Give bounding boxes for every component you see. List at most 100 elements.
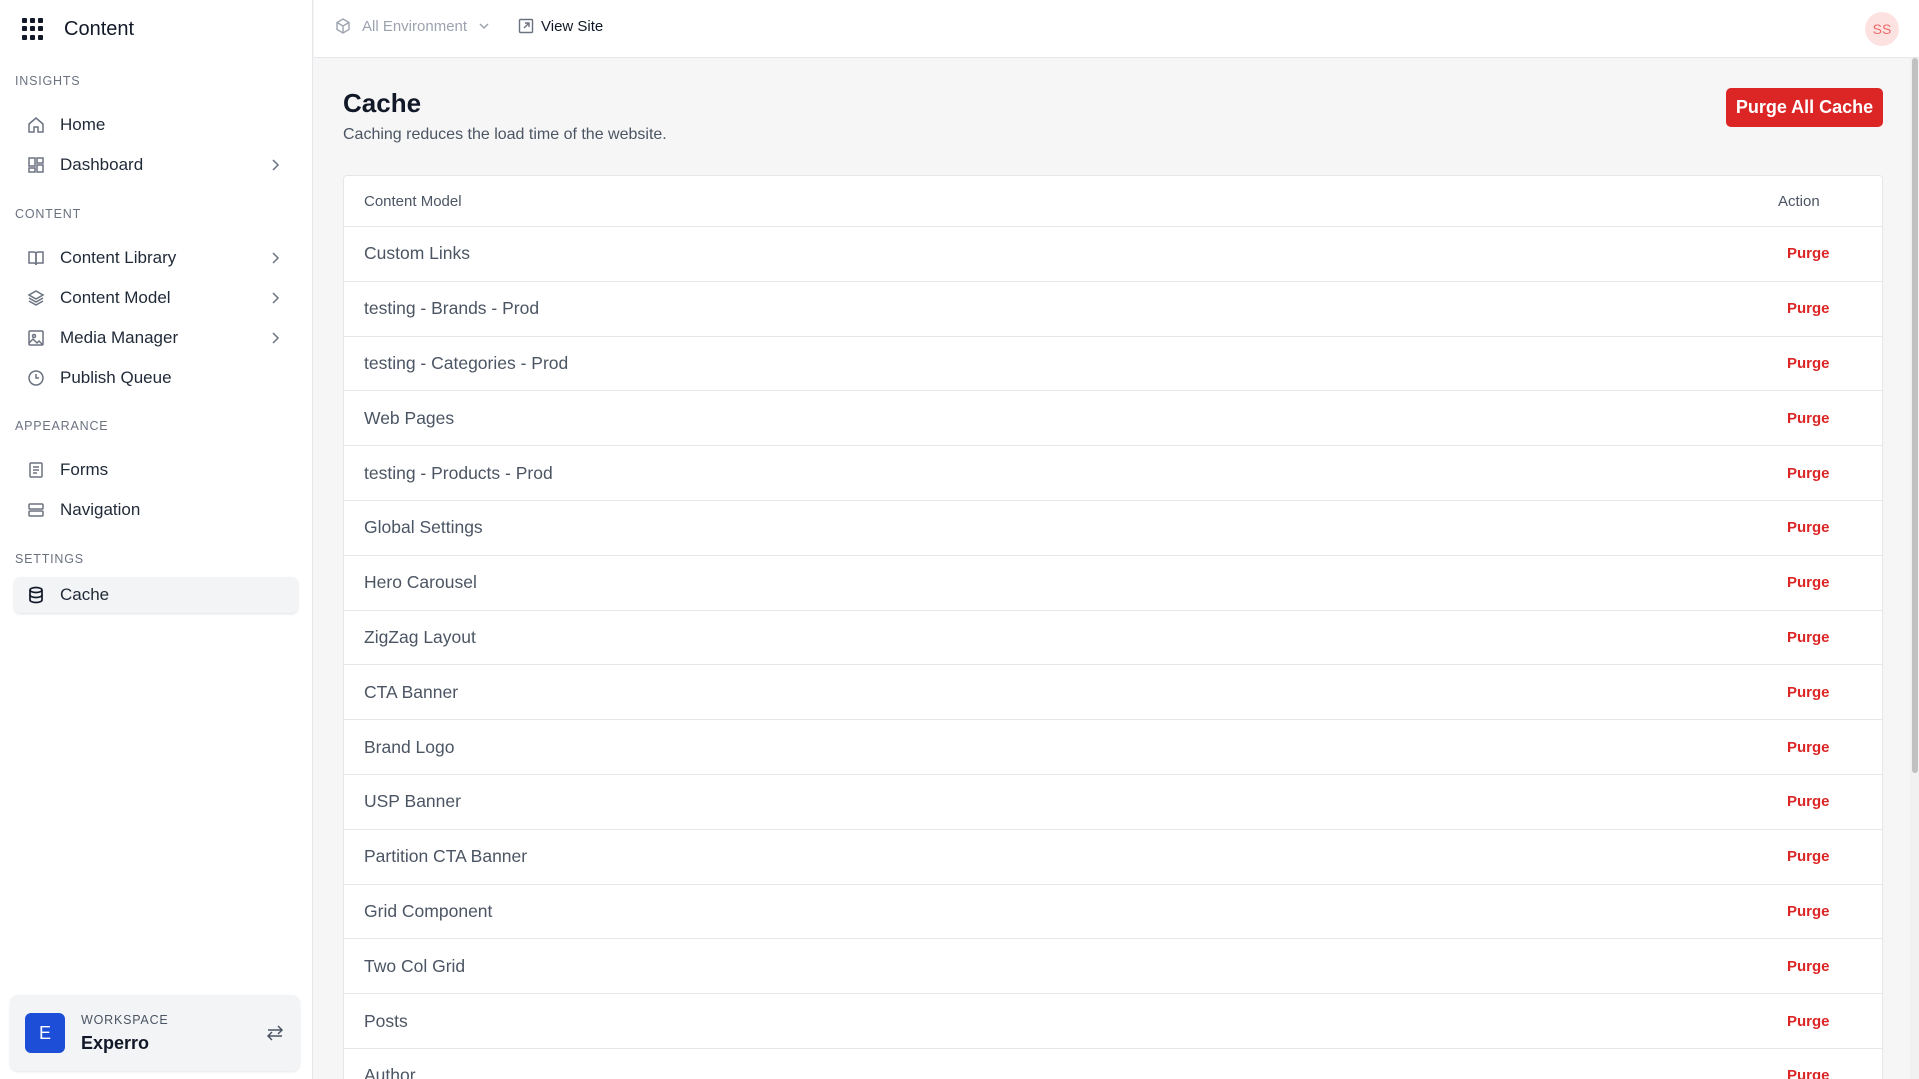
sidebar: Content INSIGHTS Home Dashboard CONTENT … — [0, 0, 313, 1079]
table-row: ZigZag Layout Purge — [344, 611, 1882, 666]
sidebar-item-label: Dashboard — [60, 155, 144, 174]
book-icon — [26, 248, 46, 268]
environment-label: All Environment — [362, 17, 468, 35]
content-model-name: testing - Products - Prod — [364, 462, 553, 483]
sidebar-item-cache[interactable]: Cache — [14, 577, 298, 613]
page-title: Cache — [343, 88, 422, 118]
purge-button[interactable]: Purge — [1742, 903, 1882, 920]
chevron-right-icon — [272, 292, 280, 304]
sidebar-item-navigation[interactable]: Navigation — [14, 492, 298, 528]
purge-button[interactable]: Purge — [1742, 245, 1882, 262]
purge-button[interactable]: Purge — [1742, 410, 1882, 427]
table-body: Custom Links Purge testing - Brands - Prod… — [344, 227, 1882, 1079]
sidebar-item-media-manager[interactable]: Media Manager — [14, 320, 298, 356]
table-row: Web Pages Purge — [344, 391, 1882, 447]
sidebar-item-label: Cache — [60, 585, 110, 604]
table-row: Brand Logo Purge — [344, 720, 1882, 775]
purge-button[interactable]: Purge — [1742, 300, 1882, 317]
cube-icon — [336, 18, 350, 34]
environment-select[interactable]: All Environment — [334, 17, 491, 35]
table-row: Posts Purge — [344, 994, 1882, 1049]
purge-button[interactable]: Purge — [1742, 684, 1882, 701]
table-row: Partition CTA Banner Purge — [344, 830, 1882, 885]
workspace-name: Experro — [81, 1032, 150, 1053]
layers-icon — [26, 288, 46, 308]
purge-button[interactable]: Purge — [1742, 465, 1882, 482]
table-row: testing - Brands - Prod Purge — [344, 282, 1882, 337]
sidebar-item-label: Content Model — [60, 288, 171, 307]
form-icon — [26, 460, 46, 480]
section-settings: SETTINGS — [15, 552, 84, 566]
content-model-name: Custom Links — [364, 243, 471, 264]
sidebar-item-label: Forms — [60, 460, 109, 479]
table-row: Two Col Grid Purge — [344, 939, 1882, 995]
chevron-right-icon — [272, 252, 280, 264]
purge-button[interactable]: Purge — [1742, 739, 1882, 756]
sidebar-item-label: Home — [60, 115, 106, 134]
image-icon — [26, 328, 46, 348]
database-icon — [26, 585, 46, 605]
purge-button[interactable]: Purge — [1742, 1067, 1882, 1079]
view-site-link[interactable]: View Site — [517, 17, 603, 35]
sidebar-item-content-library[interactable]: Content Library — [14, 240, 298, 276]
workspace-switcher[interactable]: E WORKSPACE Experro — [10, 995, 300, 1071]
column-header-action: Action — [1778, 192, 1820, 210]
purge-button[interactable]: Purge — [1742, 958, 1882, 975]
sidebar-item-label: Navigation — [60, 500, 141, 519]
workspace-label: WORKSPACE — [81, 1012, 169, 1027]
content-model-name: Posts — [364, 1010, 408, 1031]
sidebar-item-label: Content Library — [60, 248, 177, 267]
scrollbar-thumb[interactable] — [1912, 58, 1918, 773]
brand: Content — [22, 16, 134, 42]
sidebar-item-content-model[interactable]: Content Model — [14, 280, 298, 316]
switch-arrows-icon[interactable] — [264, 1022, 286, 1044]
sidebar-item-dashboard[interactable]: Dashboard — [14, 147, 298, 183]
top-bar: All Environment View Site SS — [314, 0, 1919, 58]
page-subtitle: Caching reduces the load time of the web… — [343, 126, 667, 143]
table-row: Custom Links Purge — [344, 227, 1882, 282]
table-row: Author Purge — [344, 1049, 1882, 1079]
table-row: testing - Products - Prod Purge — [344, 446, 1882, 501]
content-model-name: CTA Banner — [364, 681, 459, 702]
user-avatar[interactable]: SS — [1865, 12, 1899, 46]
section-content: CONTENT — [15, 207, 82, 221]
column-header-content-model: Content Model — [364, 192, 462, 210]
table-row: CTA Banner Purge — [344, 665, 1882, 721]
home-icon — [26, 115, 46, 135]
content-model-name: testing - Categories - Prod — [364, 352, 569, 373]
content-model-name: Partition CTA Banner — [364, 846, 528, 867]
content-model-name: ZigZag Layout — [364, 626, 476, 647]
purge-button[interactable]: Purge — [1742, 629, 1882, 646]
purge-button[interactable]: Purge — [1742, 574, 1882, 591]
purge-button[interactable]: Purge — [1742, 355, 1882, 372]
table-row: Global Settings Purge — [344, 501, 1882, 556]
cache-table: Content Model Action Custom Links Purge te… — [343, 175, 1883, 1079]
content-model-name: Brand Logo — [364, 736, 455, 757]
sidebar-item-publish-queue[interactable]: Publish Queue — [14, 360, 298, 396]
table-row: Grid Component Purge — [344, 885, 1882, 940]
clock-icon — [26, 368, 46, 388]
sidebar-item-forms[interactable]: Forms — [14, 452, 298, 488]
content-model-name: USP Banner — [364, 791, 461, 812]
dashboard-icon — [26, 155, 46, 175]
sidebar-item-home[interactable]: Home — [14, 107, 298, 143]
content-model-name: Two Col Grid — [364, 955, 466, 976]
app-title: Content — [64, 17, 135, 40]
table-row: testing - Categories - Prod Purge — [344, 337, 1882, 392]
content-model-name: Grid Component — [364, 900, 493, 921]
sidebar-item-label: Publish Queue — [60, 368, 172, 387]
purge-button[interactable]: Purge — [1742, 848, 1882, 865]
purge-button[interactable]: Purge — [1742, 1013, 1882, 1030]
view-site-label: View Site — [541, 17, 604, 35]
purge-button[interactable]: Purge — [1742, 793, 1882, 810]
table-row: USP Banner Purge — [344, 775, 1882, 830]
content-model-name: Hero Carousel — [364, 572, 477, 593]
section-appearance: APPEARANCE — [15, 419, 109, 433]
purge-all-cache-button[interactable]: Purge All Cache — [1726, 88, 1883, 127]
content-model-name: testing - Brands - Prod — [364, 298, 540, 319]
purge-button[interactable]: Purge — [1742, 519, 1882, 536]
sidebar-item-label: Media Manager — [60, 328, 179, 347]
app-launcher-icon[interactable] — [22, 18, 44, 40]
chevron-right-icon — [272, 332, 280, 344]
table-header: Content Model Action — [344, 176, 1882, 227]
